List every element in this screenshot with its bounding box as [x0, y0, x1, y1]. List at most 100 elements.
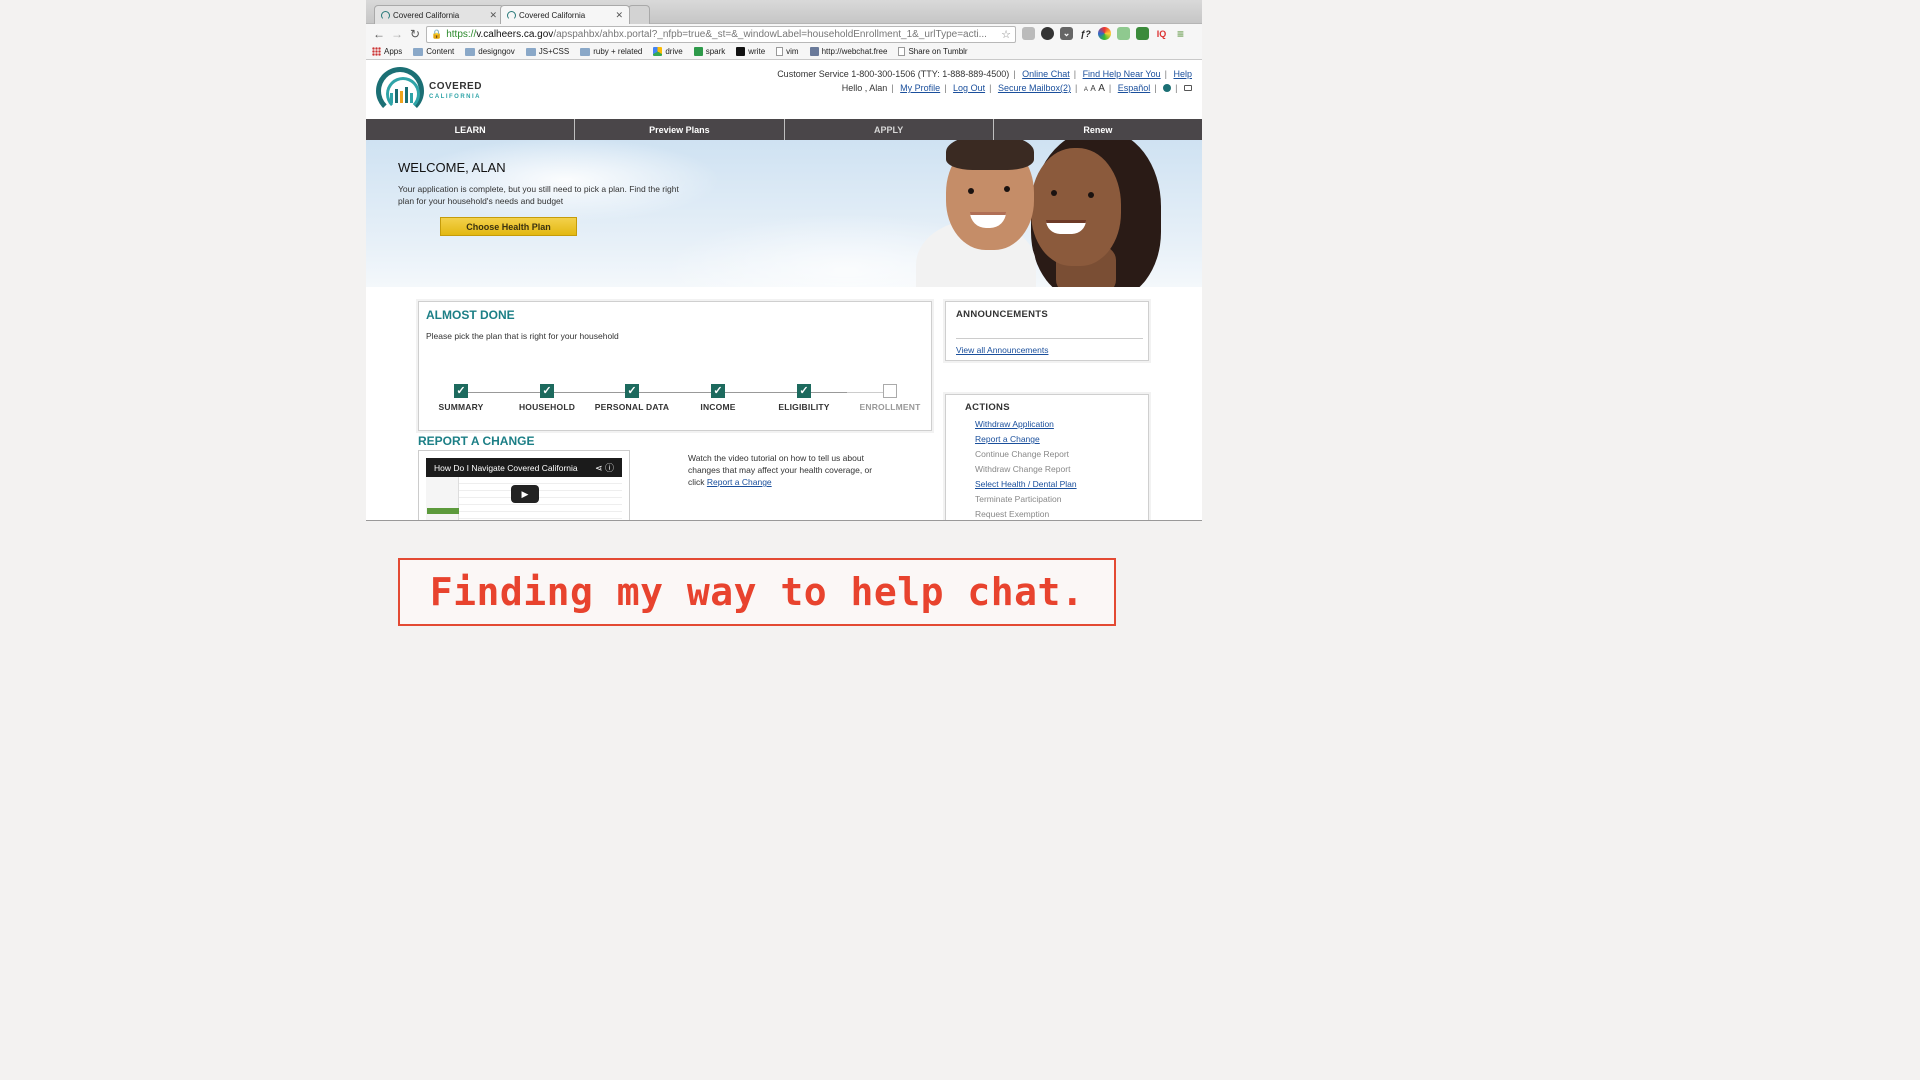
find-help-link[interactable]: Find Help Near You: [1083, 69, 1161, 79]
back-icon[interactable]: ←: [370, 27, 388, 41]
report-change-inline-link[interactable]: Report a Change: [707, 477, 772, 487]
my-profile-link[interactable]: My Profile: [900, 83, 940, 93]
continue-change-report-item: Continue Change Report: [975, 449, 1070, 459]
tab-title: Covered California: [393, 10, 460, 20]
webchat-icon: [809, 47, 819, 56]
extension-icon[interactable]: [1136, 27, 1149, 40]
video-player[interactable]: How Do I Navigate Covered California ⋖ ⓘ…: [418, 450, 630, 520]
text-size-small[interactable]: A: [1084, 87, 1088, 93]
actions-list: Withdraw Application Report a Change Con…: [975, 417, 1077, 520]
bookmark-label: Share on Tumblr: [908, 47, 968, 56]
bookmark-label: spark: [705, 47, 726, 56]
nav-learn[interactable]: LEARN: [366, 119, 576, 140]
page-icon: [898, 47, 906, 56]
announcements-panel: ANNOUNCEMENTS View all Announcements: [945, 301, 1149, 361]
bookmark-spark[interactable]: spark: [693, 47, 726, 56]
share-info-icons[interactable]: ⋖ ⓘ: [595, 461, 614, 474]
step-income: ✓ INCOME: [673, 384, 763, 412]
bookmark-js-css[interactable]: JS+CSS: [525, 47, 570, 56]
pocket-icon[interactable]: ⌄: [1060, 27, 1073, 40]
color-picker-icon[interactable]: [1098, 27, 1111, 40]
secure-mailbox-link[interactable]: Secure Mailbox(2): [998, 83, 1071, 93]
bookmark-star-icon[interactable]: ☆: [1001, 28, 1011, 41]
step-label: INCOME: [700, 402, 736, 412]
report-change-heading: REPORT A CHANGE: [418, 434, 535, 448]
bookmark-label: designgov: [478, 47, 515, 56]
help-link[interactable]: Help: [1173, 69, 1192, 79]
reload-icon[interactable]: ↻: [406, 27, 424, 41]
page-icon: [776, 47, 784, 56]
covered-california-logo[interactable]: COVERED CALIFORNIA: [376, 67, 482, 115]
print-icon[interactable]: [1184, 85, 1192, 91]
withdraw-change-report-item: Withdraw Change Report: [975, 464, 1071, 474]
bookmark-label: JS+CSS: [538, 47, 570, 56]
bookmark-write[interactable]: write: [736, 47, 765, 56]
step-label: ENROLLMENT: [859, 402, 921, 412]
function-icon[interactable]: ƒ?: [1079, 27, 1092, 40]
bookmark-drive[interactable]: drive: [653, 47, 683, 56]
tab-strip: Covered California ✕ Covered California …: [366, 0, 1202, 24]
welcome-text: Your application is complete, but you st…: [398, 184, 679, 206]
text-size-large[interactable]: A: [1098, 83, 1105, 94]
checkbox-empty-icon: [883, 384, 897, 398]
logo-people-icon: [390, 87, 413, 103]
select-health-dental-plan-link[interactable]: Select Health / Dental Plan: [975, 477, 1077, 492]
utility-links-user: Hello , Alan | My Profile | Log Out | Secur…: [842, 83, 1192, 94]
checkbox-checked-icon: ✓: [625, 384, 639, 398]
bookmark-ruby[interactable]: ruby + related: [580, 47, 642, 56]
log-out-link[interactable]: Log Out: [953, 83, 985, 93]
bookmark-label: ruby + related: [593, 47, 643, 56]
almost-done-heading: ALMOST DONE: [426, 308, 515, 322]
folder-icon: [580, 47, 591, 56]
lock-icon: 🔒: [431, 29, 443, 39]
step-enrollment: ENROLLMENT: [845, 384, 935, 412]
url-host: v.calheers.ca.gov: [476, 29, 554, 40]
video-title-bar: How Do I Navigate Covered California ⋖ ⓘ: [426, 458, 622, 477]
choose-health-plan-button[interactable]: Choose Health Plan: [440, 217, 577, 236]
terminate-participation-item: Terminate Participation: [975, 494, 1062, 504]
checkbox-checked-icon: ✓: [797, 384, 811, 398]
view-all-announcements-link[interactable]: View all Announcements: [956, 345, 1048, 355]
actions-heading: ACTIONS: [965, 402, 1010, 413]
online-chat-link[interactable]: Online Chat: [1022, 69, 1070, 79]
forward-icon[interactable]: →: [388, 27, 406, 41]
extension-icon[interactable]: [1117, 27, 1130, 40]
close-tab-icon[interactable]: ✕: [489, 10, 497, 21]
new-tab-button[interactable]: [628, 5, 650, 24]
browser-tab-1[interactable]: Covered California ✕: [374, 5, 504, 24]
play-icon[interactable]: ▶: [511, 485, 539, 503]
tab-title: Covered California: [519, 10, 586, 20]
withdraw-application-link[interactable]: Withdraw Application: [975, 417, 1077, 432]
text-size-medium[interactable]: A: [1090, 84, 1095, 93]
bookmark-content[interactable]: Content: [413, 47, 454, 56]
globe-icon[interactable]: [1163, 84, 1172, 92]
menu-icon[interactable]: ≡: [1174, 27, 1187, 41]
utility-links-top: Customer Service 1-800-300-1506 (TTY: 1-…: [777, 69, 1192, 79]
extension-icon[interactable]: [1041, 27, 1054, 40]
bookmark-apps[interactable]: Apps: [372, 47, 402, 56]
extension-icon[interactable]: [1022, 27, 1035, 40]
divider: [956, 338, 1143, 339]
bookmark-tumblr[interactable]: Share on Tumblr: [898, 47, 968, 56]
video-title: How Do I Navigate Covered California: [434, 462, 578, 473]
espanol-link[interactable]: Español: [1118, 83, 1151, 93]
checkbox-checked-icon: ✓: [711, 384, 725, 398]
bookmark-webchat[interactable]: http://webchat.free: [809, 47, 887, 56]
user-greeting: Hello , Alan: [841, 83, 888, 93]
iq-icon[interactable]: IQ: [1155, 27, 1168, 40]
extensions-area: ⌄ ƒ? IQ ≡: [1022, 27, 1187, 41]
checkbox-checked-icon: ✓: [540, 384, 554, 398]
customer-service-text: Customer Service 1-800-300-1506 (TTY: 1-…: [777, 69, 1010, 79]
close-tab-icon[interactable]: ✕: [615, 10, 623, 21]
step-label: PERSONAL DATA: [594, 402, 670, 412]
bookmark-designgov[interactable]: designgov: [465, 47, 515, 56]
nav-preview-plans[interactable]: Preview Plans: [575, 119, 785, 140]
step-summary: ✓ SUMMARY: [416, 384, 506, 412]
nav-renew[interactable]: Renew: [994, 119, 1202, 140]
address-bar[interactable]: 🔒 https:// v.calheers.ca.gov /apspahbx/a…: [426, 26, 1016, 43]
bookmark-vim[interactable]: vim: [776, 47, 799, 56]
report-change-link[interactable]: Report a Change: [975, 432, 1077, 447]
logo-line1: COVERED: [429, 81, 482, 92]
browser-tab-2[interactable]: Covered California ✕: [500, 5, 630, 24]
nav-apply[interactable]: APPLY: [785, 119, 994, 140]
